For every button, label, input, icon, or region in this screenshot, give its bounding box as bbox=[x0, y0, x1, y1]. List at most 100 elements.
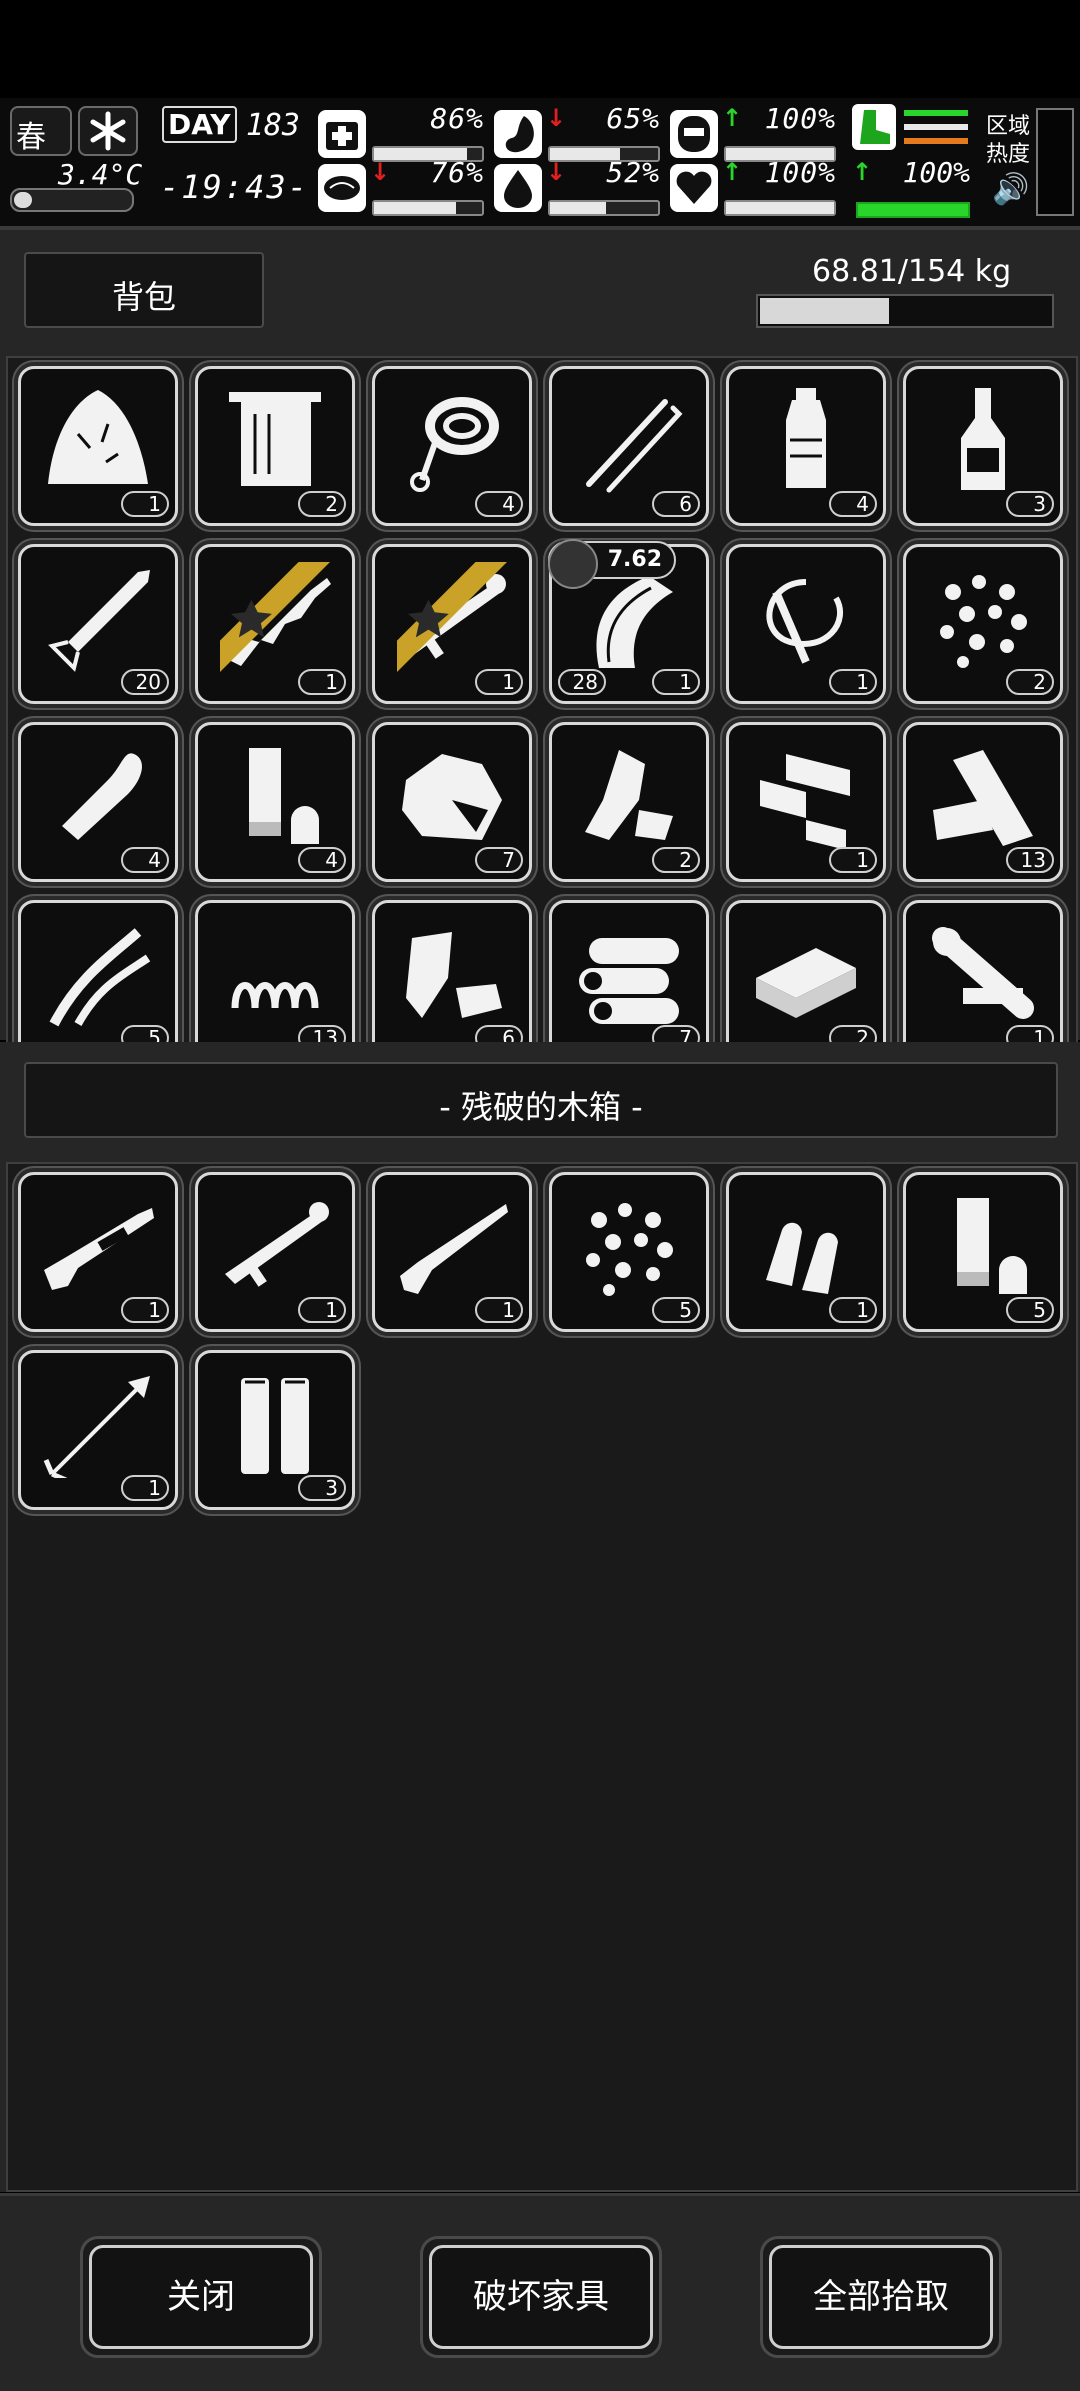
inventory-slot[interactable]: 2 bbox=[903, 544, 1063, 704]
item-count: 6 bbox=[652, 491, 700, 517]
stamina-bar bbox=[856, 202, 970, 218]
inventory-slot[interactable]: 1 bbox=[18, 1172, 178, 1332]
close-button[interactable]: 关闭 bbox=[80, 2236, 322, 2358]
mood-bar bbox=[372, 200, 484, 216]
ammo-icon bbox=[548, 539, 598, 589]
thermometer-icon bbox=[10, 188, 134, 212]
health-value: 86% bbox=[430, 102, 484, 135]
container-grid[interactable]: 1 1 1 5 1 5 1 3 bbox=[6, 1162, 1078, 2192]
item-count: 1 bbox=[652, 669, 700, 695]
snowflake-icon bbox=[78, 106, 138, 156]
stamina-up-arrow: ↑ bbox=[852, 158, 873, 186]
inventory-slot[interactable]: 20 bbox=[18, 544, 178, 704]
water-drop-icon bbox=[494, 164, 542, 212]
inventory-slot[interactable]: 4 bbox=[726, 366, 886, 526]
inventory-slot[interactable]: 1 bbox=[372, 1172, 532, 1332]
inventory-slot[interactable]: 1 bbox=[18, 366, 178, 526]
item-count: 1 bbox=[121, 491, 169, 517]
heat-meter bbox=[1036, 108, 1074, 216]
health-stat: 86% bbox=[318, 102, 484, 162]
container-title: - 残破的木箱 - bbox=[439, 1088, 643, 1126]
item-count: 1 bbox=[121, 1297, 169, 1323]
day-label: DAY bbox=[162, 106, 237, 143]
inventory-slot[interactable]: 13 bbox=[903, 722, 1063, 882]
day-counter: DAY 183 -19:43- bbox=[160, 106, 307, 216]
backpack-grid[interactable]: 1 2 4 6 4 3 20 1 1 7.62 28 1 1 2 4 4 7 2 1 13 5 13 6 7 2 1 bbox=[6, 356, 1078, 1046]
armor-value: 100% bbox=[764, 102, 836, 135]
inventory-slot[interactable]: 3 bbox=[903, 366, 1063, 526]
hunger-down-arrow: ↓ bbox=[546, 104, 567, 132]
mood-value: 76% bbox=[430, 156, 484, 189]
clock-time: -19:43- bbox=[160, 168, 309, 206]
inventory-slot[interactable]: 1 bbox=[18, 1350, 178, 1510]
backpack-panel: 背包 68.81/154 kg 1 2 4 6 4 3 20 1 1 7.62 28 1 1 2 4 4 7 2 1… bbox=[0, 230, 1080, 1046]
boot-icon bbox=[852, 104, 896, 150]
inventory-slot[interactable]: 7 bbox=[549, 900, 709, 1044]
inventory-slot[interactable]: 4 bbox=[372, 366, 532, 526]
item-count: 7 bbox=[475, 847, 523, 873]
area-heat[interactable]: 区域 热度 🔊 bbox=[982, 106, 1076, 218]
action-bar: 关闭 破坏家具 全部拾取 bbox=[0, 2193, 1080, 2391]
day-number: 183 bbox=[245, 108, 300, 143]
inventory-slot[interactable]: 5 bbox=[549, 1172, 709, 1332]
inventory-slot[interactable]: 1 bbox=[903, 900, 1063, 1044]
item-count: 4 bbox=[121, 847, 169, 873]
inventory-slot[interactable]: 1 bbox=[195, 1172, 355, 1332]
armor-up-arrow: ↑ bbox=[722, 104, 743, 132]
backpack-weight: 68.81/154 kg bbox=[812, 254, 1012, 289]
inventory-slot[interactable]: 1 bbox=[726, 722, 886, 882]
take-all-button[interactable]: 全部拾取 bbox=[760, 2236, 1002, 2358]
favorite-ribbon-icon bbox=[220, 562, 330, 672]
inventory-slot[interactable]: 2 bbox=[549, 722, 709, 882]
inventory-slot[interactable]: 5 bbox=[903, 1172, 1063, 1332]
item-count: 20 bbox=[121, 669, 169, 695]
stamina-panel: ↑ 100% bbox=[852, 104, 970, 218]
inventory-slot[interactable]: 6 bbox=[372, 900, 532, 1044]
weight-bar bbox=[756, 294, 1054, 328]
inventory-slot[interactable]: 1 bbox=[726, 544, 886, 704]
armor-stat: ↑ 100% bbox=[670, 102, 836, 162]
item-count: 1 bbox=[121, 1475, 169, 1501]
heart-bar bbox=[724, 200, 836, 216]
ammo-caliber-badge: 7.62 bbox=[548, 539, 676, 589]
system-status-bar bbox=[0, 0, 1080, 98]
item-count: 2 bbox=[652, 847, 700, 873]
item-count: 1 bbox=[298, 669, 346, 695]
area-heat-label-2: 热度 bbox=[986, 142, 1031, 167]
heart-value: 100% bbox=[764, 156, 836, 189]
inventory-slot[interactable]: 5 bbox=[18, 900, 178, 1044]
inventory-slot[interactable]: 1 bbox=[372, 544, 532, 704]
speaker-icon[interactable]: 🔊 bbox=[992, 172, 1029, 207]
item-count: 5 bbox=[652, 1297, 700, 1323]
inventory-slot[interactable]: 1 bbox=[726, 1172, 886, 1332]
helmet-icon bbox=[670, 110, 718, 158]
backpack-title: 背包 bbox=[111, 278, 176, 316]
inventory-slot[interactable]: 3 bbox=[195, 1350, 355, 1510]
mood-stat: ↓ 76% bbox=[318, 156, 484, 216]
hunger-stat: ↓ 65% bbox=[494, 102, 660, 162]
ammo-loaded-count: 28 bbox=[558, 669, 606, 695]
inventory-slot[interactable]: 13 bbox=[195, 900, 355, 1044]
item-count: 1 bbox=[829, 847, 877, 873]
inventory-slot[interactable]: 7 bbox=[372, 722, 532, 882]
inventory-slot[interactable]: 1 bbox=[195, 544, 355, 704]
thirst-stat: ↓ 52% bbox=[494, 156, 660, 216]
item-count: 1 bbox=[829, 1297, 877, 1323]
stomach-icon bbox=[494, 110, 542, 158]
season-badge: 春 bbox=[10, 106, 72, 156]
heart-icon bbox=[670, 164, 718, 212]
heart-up-arrow: ↑ bbox=[722, 158, 743, 186]
brain-icon bbox=[318, 164, 366, 212]
inventory-slot[interactable]: 2 bbox=[195, 366, 355, 526]
item-count: 2 bbox=[298, 491, 346, 517]
destroy-furniture-button[interactable]: 破坏家具 bbox=[420, 2236, 662, 2358]
inventory-slot[interactable]: 4 bbox=[18, 722, 178, 882]
item-count: 4 bbox=[475, 491, 523, 517]
ammo-caliber: 7.62 bbox=[607, 547, 662, 572]
backpack-tab[interactable]: 背包 bbox=[24, 252, 264, 328]
inventory-slot[interactable]: 6 bbox=[549, 366, 709, 526]
item-count: 1 bbox=[298, 1297, 346, 1323]
inventory-slot[interactable]: 2 bbox=[726, 900, 886, 1044]
inventory-slot[interactable]: 7.62 28 1 bbox=[548, 539, 709, 704]
inventory-slot[interactable]: 4 bbox=[195, 722, 355, 882]
